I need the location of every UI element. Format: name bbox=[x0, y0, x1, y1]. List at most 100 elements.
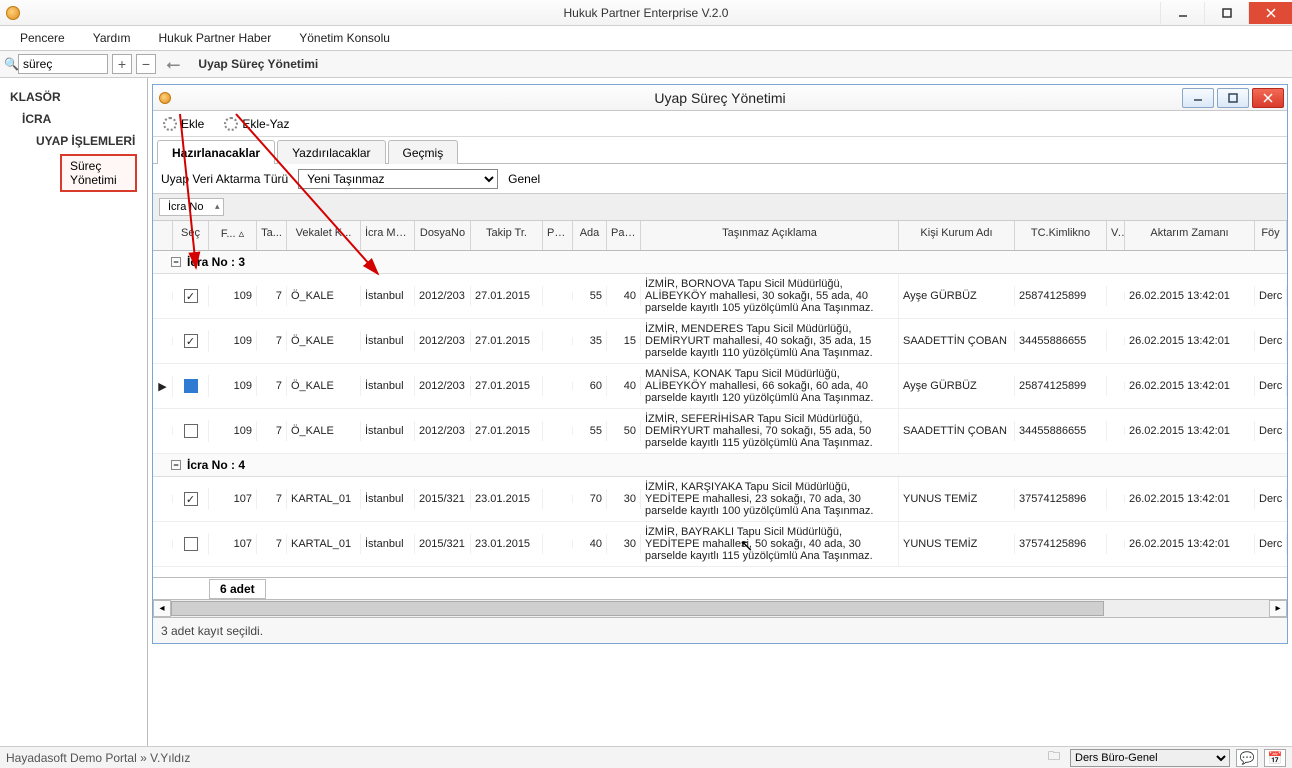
row-checkbox[interactable] bbox=[173, 420, 209, 442]
back-arrow-icon[interactable]: ⭠ bbox=[166, 54, 180, 75]
filter-genel[interactable]: Genel bbox=[508, 172, 540, 186]
table-row[interactable]: ▶1097Ö_KALEİstanbul2012/20327.01.2015604… bbox=[153, 364, 1287, 409]
calendar-icon[interactable]: 📅 bbox=[1264, 749, 1286, 767]
tab-gecmis[interactable]: Geçmiş bbox=[388, 140, 459, 164]
cell-ada: 70 bbox=[573, 489, 607, 509]
col-foy[interactable]: Föy bbox=[1255, 221, 1287, 250]
grid-body[interactable]: −İcra No : 31097Ö_KALEİstanbul2012/20327… bbox=[153, 251, 1287, 577]
cell-ta: 7 bbox=[257, 376, 287, 396]
table-row[interactable]: 1077KARTAL_01İstanbul2015/32123.01.20154… bbox=[153, 522, 1287, 567]
status-combo[interactable]: Ders Büro-Genel bbox=[1070, 749, 1230, 767]
row-checkbox[interactable] bbox=[173, 330, 209, 352]
group-chip-icrano[interactable]: İcra No bbox=[159, 198, 224, 216]
cell-par: 40 bbox=[607, 286, 641, 306]
col-ada[interactable]: Ada bbox=[573, 221, 607, 250]
ekle-button[interactable]: Ekle bbox=[157, 115, 210, 133]
folder-icon bbox=[1048, 747, 1064, 768]
cell-foy: Derc bbox=[1255, 376, 1287, 396]
cell-dno: 2012/203 bbox=[415, 421, 471, 441]
cell-akt: 26.02.2015 13:42:01 bbox=[1125, 421, 1255, 441]
menu-konsol[interactable]: Yönetim Konsolu bbox=[299, 31, 390, 45]
sidebar-klasor[interactable]: KLASÖR bbox=[4, 86, 143, 108]
cell-ta: 7 bbox=[257, 534, 287, 554]
col-f[interactable]: F... ▵ bbox=[209, 221, 257, 250]
scroll-thumb[interactable] bbox=[171, 601, 1104, 616]
collapse-icon[interactable]: − bbox=[171, 257, 181, 267]
col-v[interactable]: V... bbox=[1107, 221, 1125, 250]
col-sec[interactable]: Seç bbox=[173, 221, 209, 250]
col-ta[interactable]: Ta... bbox=[257, 221, 287, 250]
close-button[interactable] bbox=[1248, 2, 1292, 24]
checkbox-icon[interactable] bbox=[184, 379, 198, 393]
row-checkbox[interactable] bbox=[173, 375, 209, 397]
add-button[interactable]: + bbox=[112, 54, 132, 74]
menu-pencere[interactable]: Pencere bbox=[20, 31, 65, 45]
col-aciklama[interactable]: Taşınmaz Açıklama bbox=[641, 221, 899, 250]
remove-button[interactable]: − bbox=[136, 54, 156, 74]
tab-hazirlanacaklar[interactable]: Hazırlanacaklar bbox=[157, 140, 275, 164]
search-input[interactable] bbox=[18, 54, 108, 74]
ekle-yaz-button[interactable]: Ekle-Yaz bbox=[218, 115, 295, 133]
row-checkbox[interactable] bbox=[173, 533, 209, 555]
collapse-icon[interactable]: − bbox=[171, 460, 181, 470]
sidebar-uyap[interactable]: UYAP İŞLEMLERİ bbox=[4, 130, 143, 152]
cell-dno: 2015/321 bbox=[415, 534, 471, 554]
col-kisi[interactable]: Kişi Kurum Adı bbox=[899, 221, 1015, 250]
menu-haber[interactable]: Hukuk Partner Haber bbox=[159, 31, 272, 45]
statusbar: Hayadasoft Demo Portal » V.Yıldız Ders B… bbox=[0, 746, 1292, 768]
col-vekalet[interactable]: Vekalet K... bbox=[287, 221, 361, 250]
cell-vek: Ö_KALE bbox=[287, 376, 361, 396]
row-checkbox[interactable] bbox=[173, 285, 209, 307]
tab-yazdirilacaklar[interactable]: Yazdırılacaklar bbox=[277, 140, 385, 164]
group-row[interactable]: −İcra No : 4 bbox=[153, 454, 1287, 477]
menu-yardim[interactable]: Yardım bbox=[93, 31, 131, 45]
col-mudurluk[interactable]: İcra Mü... bbox=[361, 221, 415, 250]
filter-select[interactable]: Yeni Taşınmaz bbox=[298, 169, 498, 189]
checkbox-icon[interactable] bbox=[184, 289, 198, 303]
row-checkbox[interactable] bbox=[173, 488, 209, 510]
h-scrollbar[interactable]: ◂ ▸ bbox=[153, 599, 1287, 617]
cell-f: 107 bbox=[209, 534, 257, 554]
col-parsel[interactable]: Par... bbox=[607, 221, 641, 250]
minimize-button[interactable] bbox=[1160, 2, 1204, 24]
checkbox-icon[interactable] bbox=[184, 492, 198, 506]
cell-mud: İstanbul bbox=[361, 421, 415, 441]
col-takiptr[interactable]: Takip Tr. bbox=[471, 221, 543, 250]
cell-kisi: SAADETTİN ÇOBAN bbox=[899, 331, 1015, 351]
cell-tc: 34455886655 bbox=[1015, 421, 1107, 441]
inner-titlebar: Uyap Süreç Yönetimi bbox=[153, 85, 1287, 111]
col-dosyano[interactable]: DosyaNo bbox=[415, 221, 471, 250]
col-aktarim[interactable]: Aktarım Zamanı bbox=[1125, 221, 1255, 250]
col-indicator[interactable] bbox=[153, 221, 173, 250]
scroll-track[interactable] bbox=[171, 600, 1269, 617]
chat-icon[interactable]: 💬 bbox=[1236, 749, 1258, 767]
inner-close-button[interactable] bbox=[1252, 88, 1284, 108]
checkbox-icon[interactable] bbox=[184, 424, 198, 438]
cell-pa bbox=[543, 495, 573, 503]
group-row[interactable]: −İcra No : 3 bbox=[153, 251, 1287, 274]
scroll-right-icon[interactable]: ▸ bbox=[1269, 600, 1287, 617]
sidebar-surec-yonetimi[interactable]: Süreç Yönetimi bbox=[60, 154, 137, 192]
sidebar-icra[interactable]: İCRA bbox=[4, 108, 143, 130]
cell-vek: Ö_KALE bbox=[287, 286, 361, 306]
cell-acik: İZMİR, SEFERİHİSAR Tapu Sicil Müdürlüğü,… bbox=[641, 409, 899, 453]
scroll-left-icon[interactable]: ◂ bbox=[153, 600, 171, 617]
checkbox-icon[interactable] bbox=[184, 537, 198, 551]
col-pa[interactable]: Pa... bbox=[543, 221, 573, 250]
table-row[interactable]: 1097Ö_KALEİstanbul2012/20327.01.20155550… bbox=[153, 409, 1287, 454]
col-tc[interactable]: TC.Kimlikno bbox=[1015, 221, 1107, 250]
cell-ada: 55 bbox=[573, 421, 607, 441]
table-row[interactable]: 1097Ö_KALEİstanbul2012/20327.01.20153515… bbox=[153, 319, 1287, 364]
cell-kisi: YUNUS TEMİZ bbox=[899, 534, 1015, 554]
inner-title: Uyap Süreç Yönetimi bbox=[654, 90, 785, 106]
cell-f: 109 bbox=[209, 331, 257, 351]
checkbox-icon[interactable] bbox=[184, 334, 198, 348]
inner-minimize-button[interactable] bbox=[1182, 88, 1214, 108]
cell-foy: Derc bbox=[1255, 534, 1287, 554]
table-row[interactable]: 1077KARTAL_01İstanbul2015/32123.01.20157… bbox=[153, 477, 1287, 522]
cell-v bbox=[1107, 495, 1125, 503]
inner-maximize-button[interactable] bbox=[1217, 88, 1249, 108]
table-row[interactable]: 1097Ö_KALEİstanbul2012/20327.01.20155540… bbox=[153, 274, 1287, 319]
maximize-button[interactable] bbox=[1204, 2, 1248, 24]
cell-mud: İstanbul bbox=[361, 286, 415, 306]
